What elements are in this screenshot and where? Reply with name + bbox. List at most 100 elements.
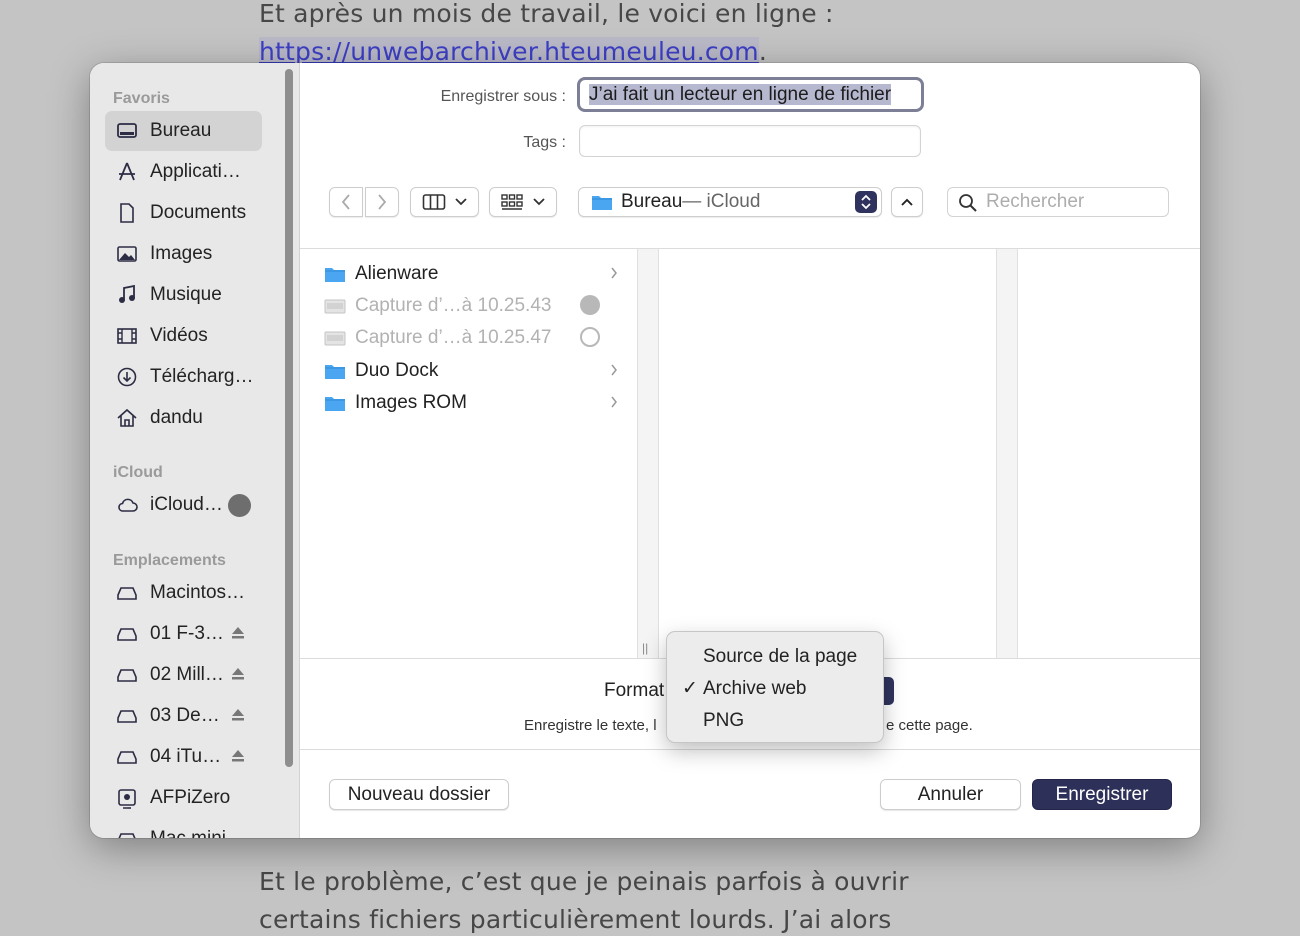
tags-field[interactable] xyxy=(579,125,921,157)
column-gutter xyxy=(638,249,658,658)
file-name: Alienware xyxy=(355,263,439,284)
home-icon xyxy=(116,407,138,429)
save-button[interactable]: Enregistrer xyxy=(1032,779,1172,810)
column-divider[interactable] xyxy=(658,249,659,658)
sidebar-item-label: 03 De… xyxy=(150,705,220,726)
music-icon xyxy=(116,284,138,306)
sidebar-item-label: Documents xyxy=(150,202,247,223)
server-icon xyxy=(116,787,138,809)
desktop-icon xyxy=(116,120,138,142)
columns-view-icon xyxy=(422,194,445,210)
forward-button[interactable] xyxy=(365,187,399,217)
format-menu: Source de la page ✓ Archive web PNG xyxy=(666,631,884,743)
sidebar-item-volume-03[interactable]: 03 De… xyxy=(105,696,262,736)
sidebar-item-mac-mini[interactable]: Mac mini xyxy=(105,819,262,838)
sidebar-item-volume-01[interactable]: 01 F-3… xyxy=(105,614,262,654)
chevron-down-icon xyxy=(454,198,467,206)
file-browser: Alienware Capture d’…à 10.25.43 Capture … xyxy=(300,248,1200,659)
grid-icon xyxy=(501,194,523,210)
eject-icon[interactable] xyxy=(230,666,246,682)
new-folder-button[interactable]: Nouveau dossier xyxy=(329,779,509,810)
article-line: Et après un mois de travail, le voici en… xyxy=(259,0,834,28)
document-icon xyxy=(116,202,138,224)
sidebar-item-dandu[interactable]: dandu xyxy=(105,398,262,438)
file-row-capture-2[interactable]: Capture d’…à 10.25.47 xyxy=(324,323,619,353)
group-button[interactable] xyxy=(489,187,557,217)
column-divider[interactable] xyxy=(1017,249,1018,658)
chevron-right-icon xyxy=(611,396,617,408)
sidebar-item-label: Images xyxy=(150,243,213,264)
tags-label: Tags : xyxy=(523,134,566,151)
article-text-bottom: Et le problème, c’est que je peinais par… xyxy=(259,863,909,936)
article-link-suffix: . xyxy=(758,37,768,66)
folder-icon xyxy=(325,268,345,282)
screenshot-file-icon xyxy=(324,299,346,314)
file-row-alienware[interactable]: Alienware xyxy=(324,259,619,289)
eject-icon[interactable] xyxy=(230,707,246,723)
sidebar-item-afpizero[interactable]: AFPiZero xyxy=(105,778,262,818)
drive-icon xyxy=(116,746,138,768)
menu-item-archive-web[interactable]: ✓ Archive web xyxy=(667,673,883,705)
eject-icon[interactable] xyxy=(230,748,246,764)
sidebar-item-label: Applicati… xyxy=(150,161,241,182)
chevron-right-icon xyxy=(611,267,617,279)
sidebar-item-videos[interactable]: Vidéos xyxy=(105,316,262,356)
file-row-duo-dock[interactable]: Duo Dock xyxy=(324,356,619,386)
sidebar-item-label: 01 F-3… xyxy=(150,623,224,644)
sidebar-item-images[interactable]: Images xyxy=(105,234,262,274)
sidebar-section-icloud: iCloud xyxy=(113,464,163,481)
eject-icon[interactable] xyxy=(230,625,246,641)
sidebar-scrollbar[interactable] xyxy=(285,69,293,767)
file-name: Duo Dock xyxy=(355,360,439,381)
sidebar-item-volume-02[interactable]: 02 Mill… xyxy=(105,655,262,695)
filename-value: J’ai fait un lecteur en ligne de fichier xyxy=(589,84,892,105)
article-link[interactable]: https://unwebarchiver.hteumeuleu.com xyxy=(259,37,759,66)
file-name: Capture d’…à 10.25.47 xyxy=(355,327,552,348)
sidebar-item-icloud-drive[interactable]: iCloud… xyxy=(105,485,262,525)
menu-item-label: PNG xyxy=(703,710,745,731)
sidebar-item-label: iCloud… xyxy=(150,494,223,515)
location-popup[interactable]: Bureau — iCloud xyxy=(578,187,882,217)
download-progress-icon xyxy=(580,327,600,347)
cancel-button[interactable]: Annuler xyxy=(880,779,1021,810)
sidebar-item-documents[interactable]: Documents xyxy=(105,193,262,233)
view-mode-button[interactable] xyxy=(410,187,479,217)
sidebar-item-volume-04[interactable]: 04 iTu… xyxy=(105,737,262,777)
menu-item-source[interactable]: Source de la page xyxy=(667,641,883,673)
drive-icon xyxy=(116,828,138,838)
file-name: Capture d’…à 10.25.43 xyxy=(355,295,552,316)
collapse-button[interactable] xyxy=(891,187,923,217)
folder-icon xyxy=(325,365,345,379)
download-icon xyxy=(116,366,138,388)
sidebar-item-macintosh[interactable]: Macintos… xyxy=(105,573,262,613)
filename-field[interactable]: J’ai fait un lecteur en ligne de fichier xyxy=(577,77,924,112)
chevron-right-icon xyxy=(611,364,617,376)
applications-icon xyxy=(116,161,138,183)
sidebar-item-telechargements[interactable]: Télécharg… xyxy=(105,357,262,397)
article-text-top: Et après un mois de travail, le voici en… xyxy=(259,0,834,71)
drive-icon xyxy=(116,664,138,686)
folder-icon xyxy=(592,196,612,210)
chevron-right-icon xyxy=(378,194,387,210)
save-as-label: Enregistrer sous : xyxy=(440,88,566,105)
drive-icon xyxy=(116,705,138,727)
sidebar-item-label: 04 iTu… xyxy=(150,746,222,767)
sidebar-item-label: Macintos… xyxy=(150,582,246,603)
location-suffix: — iCloud xyxy=(682,191,761,212)
column-resize-handle[interactable]: || xyxy=(642,641,648,655)
file-row-capture-1[interactable]: Capture d’…à 10.25.43 xyxy=(324,291,619,321)
sidebar-item-label: Vidéos xyxy=(150,325,208,346)
sidebar-item-musique[interactable]: Musique xyxy=(105,275,262,315)
back-button[interactable] xyxy=(329,187,363,217)
sidebar-item-bureau[interactable]: Bureau xyxy=(105,111,262,151)
menu-item-label: Source de la page xyxy=(703,646,858,667)
search-field[interactable]: Rechercher xyxy=(947,187,1169,217)
article-line: Et le problème, c’est que je peinais par… xyxy=(259,867,909,896)
cloud-icon xyxy=(116,494,138,516)
file-row-images-rom[interactable]: Images ROM xyxy=(324,388,619,418)
menu-item-png[interactable]: PNG xyxy=(667,705,883,737)
location-name: Bureau xyxy=(621,191,683,212)
sync-progress-icon xyxy=(228,494,251,517)
sidebar-item-applications[interactable]: Applicati… xyxy=(105,152,262,192)
checkmark-icon: ✓ xyxy=(682,678,698,699)
